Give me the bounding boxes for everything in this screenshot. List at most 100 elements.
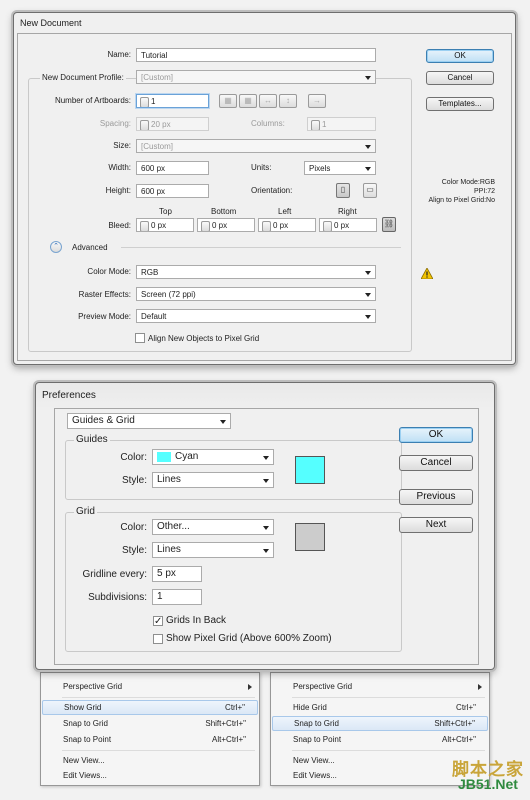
raster-effects-label: Raster Effects: bbox=[78, 290, 131, 299]
grids-in-back-checkbox[interactable]: ✓ bbox=[153, 616, 163, 627]
right-to-left-icon[interactable]: → bbox=[308, 94, 326, 108]
bleed-right-stepper[interactable]: 0 px bbox=[319, 218, 377, 232]
menu-separator bbox=[292, 750, 485, 751]
preview-mode-dropdown[interactable]: Default bbox=[136, 309, 376, 323]
gridline-every-label: Gridline every: bbox=[82, 569, 147, 580]
align-pixel-grid-checkbox[interactable] bbox=[135, 333, 145, 343]
height-input[interactable]: 600 px bbox=[136, 184, 209, 198]
section-dropdown[interactable]: Guides & Grid bbox=[67, 413, 231, 429]
preferences-dialog: Preferences Guides & Grid Guides Color: … bbox=[35, 382, 495, 670]
spacing-stepper[interactable]: 20 px bbox=[136, 117, 209, 131]
menu-item-label: Snap to Grid bbox=[294, 719, 339, 728]
next-button[interactable]: Next bbox=[399, 517, 473, 533]
menu-item-snap-to-point[interactable]: Snap to Point Alt+Ctrl+" bbox=[272, 732, 488, 747]
grid-by-column-icon[interactable]: ▦ bbox=[239, 94, 257, 108]
cancel-button[interactable]: Cancel bbox=[426, 71, 494, 85]
bleed-top-stepper[interactable]: 0 px bbox=[136, 218, 194, 232]
guides-style-dropdown[interactable]: Lines bbox=[152, 472, 274, 488]
templates-button[interactable]: Templates... bbox=[426, 97, 494, 111]
dialog-title: Preferences bbox=[42, 390, 96, 401]
dialog-body: Name: Tutorial New Document Profile: [Cu… bbox=[17, 33, 512, 361]
chevron-down-icon bbox=[220, 420, 226, 424]
menu-item-hide-grid[interactable]: Hide Grid Ctrl+" bbox=[272, 700, 488, 715]
menu-separator bbox=[62, 697, 255, 698]
guides-color-dropdown[interactable]: Cyan bbox=[152, 449, 274, 465]
chevron-down-icon bbox=[365, 76, 371, 80]
bleed-label: Bleed: bbox=[108, 221, 131, 230]
chevron-down-icon bbox=[365, 293, 371, 297]
menu-item-edit-views[interactable]: Edit Views... bbox=[42, 768, 258, 783]
profile-dropdown[interactable]: [Custom] bbox=[136, 70, 376, 84]
size-value: [Custom] bbox=[141, 142, 174, 151]
cyan-swatch-icon bbox=[157, 452, 171, 462]
menu-item-snap-to-grid[interactable]: Snap to Grid Shift+Ctrl+" bbox=[272, 716, 488, 731]
orientation-label: Orientation: bbox=[251, 186, 293, 195]
height-label: Height: bbox=[105, 186, 131, 195]
link-bleed-icon[interactable]: ⛓ bbox=[382, 217, 396, 232]
guides-style-value: Lines bbox=[157, 474, 181, 485]
menu-item-label: Perspective Grid bbox=[63, 682, 123, 691]
menu-item-label: Show Grid bbox=[64, 703, 102, 712]
watermark-site: JB51.Net bbox=[458, 776, 518, 792]
arrange-by-column-icon[interactable]: ↕ bbox=[279, 94, 297, 108]
menu-item-new-view[interactable]: New View... bbox=[42, 753, 258, 768]
grid-color-dropdown[interactable]: Other... bbox=[152, 519, 274, 535]
units-dropdown[interactable]: Pixels bbox=[304, 161, 376, 175]
menu-item-shortcut: Shift+Ctrl+" bbox=[434, 719, 475, 728]
grid-color-swatch[interactable] bbox=[295, 523, 325, 551]
show-pixel-grid-label: Show Pixel Grid (Above 600% Zoom) bbox=[166, 633, 332, 644]
ok-button[interactable]: OK bbox=[399, 427, 473, 443]
chevron-down-icon bbox=[365, 315, 371, 319]
chevron-down-icon bbox=[263, 549, 269, 553]
info-pixel-grid: Align to Pixel Grid:No bbox=[428, 197, 495, 204]
columns-label: Columns: bbox=[251, 119, 285, 128]
color-mode-label: Color Mode: bbox=[87, 267, 131, 276]
menu-item-label: Snap to Point bbox=[293, 735, 342, 744]
gridline-every-input[interactable]: 5 px bbox=[152, 566, 202, 582]
name-input[interactable]: Tutorial bbox=[136, 48, 376, 62]
portrait-orientation-icon[interactable]: ▯ bbox=[336, 183, 350, 198]
menu-item-shortcut: Alt+Ctrl+" bbox=[212, 735, 246, 744]
chevron-down-icon bbox=[263, 479, 269, 483]
menu-item-snap-to-grid[interactable]: Snap to Grid Shift+Ctrl+" bbox=[42, 716, 258, 731]
info-ppi: PPI:72 bbox=[473, 188, 495, 195]
grid-by-row-icon[interactable]: ▦ bbox=[219, 94, 237, 108]
menu-item-show-grid[interactable]: Show Grid Ctrl+" bbox=[42, 700, 258, 715]
artboards-stepper[interactable]: 1 bbox=[136, 94, 209, 108]
ok-button[interactable]: OK bbox=[426, 49, 494, 63]
menu-item-label: Hide Grid bbox=[293, 703, 327, 712]
arrange-by-row-icon[interactable]: ↔ bbox=[259, 94, 277, 108]
landscape-orientation-icon[interactable]: ▭ bbox=[363, 183, 377, 198]
new-document-dialog: New Document Name: Tutorial New Document… bbox=[13, 12, 516, 365]
cancel-button[interactable]: Cancel bbox=[399, 455, 473, 471]
guides-style-label: Style: bbox=[121, 475, 147, 486]
subdivisions-input[interactable]: 1 bbox=[152, 589, 202, 605]
width-input[interactable]: 600 px bbox=[136, 161, 209, 175]
columns-stepper[interactable]: 1 bbox=[307, 117, 376, 131]
color-mode-value: RGB bbox=[141, 268, 159, 277]
guides-color-swatch[interactable] bbox=[295, 456, 325, 484]
grid-group-label: Grid bbox=[74, 506, 97, 517]
guides-color-value: Cyan bbox=[175, 451, 199, 462]
previous-button[interactable]: Previous bbox=[399, 489, 473, 505]
bleed-bottom-stepper[interactable]: 0 px bbox=[197, 218, 255, 232]
menu-item-shortcut: Shift+Ctrl+" bbox=[205, 719, 246, 728]
color-mode-dropdown[interactable]: RGB bbox=[136, 265, 376, 279]
chevron-down-icon bbox=[365, 145, 371, 149]
menu-item-snap-to-point[interactable]: Snap to Point Alt+Ctrl+" bbox=[42, 732, 258, 747]
raster-effects-value: Screen (72 ppi) bbox=[141, 290, 196, 299]
dialog-body: Guides & Grid Guides Color: Cyan Style: … bbox=[54, 408, 479, 665]
profile-label: New Document Profile: bbox=[40, 73, 126, 82]
align-pixel-grid-label: Align New Objects to Pixel Grid bbox=[148, 334, 260, 343]
preview-mode-label: Preview Mode: bbox=[78, 312, 131, 321]
menu-item-label: New View... bbox=[63, 756, 105, 765]
size-dropdown[interactable]: [Custom] bbox=[136, 139, 376, 153]
guides-color-label: Color: bbox=[120, 452, 147, 463]
raster-effects-dropdown[interactable]: Screen (72 ppi) bbox=[136, 287, 376, 301]
show-pixel-grid-checkbox[interactable] bbox=[153, 634, 163, 644]
menu-item-perspective-grid[interactable]: Perspective Grid bbox=[272, 679, 488, 694]
collapse-advanced-icon[interactable]: ⌃ bbox=[50, 241, 62, 253]
menu-item-perspective-grid[interactable]: Perspective Grid bbox=[42, 679, 258, 694]
bleed-left-stepper[interactable]: 0 px bbox=[258, 218, 316, 232]
grid-style-dropdown[interactable]: Lines bbox=[152, 542, 274, 558]
